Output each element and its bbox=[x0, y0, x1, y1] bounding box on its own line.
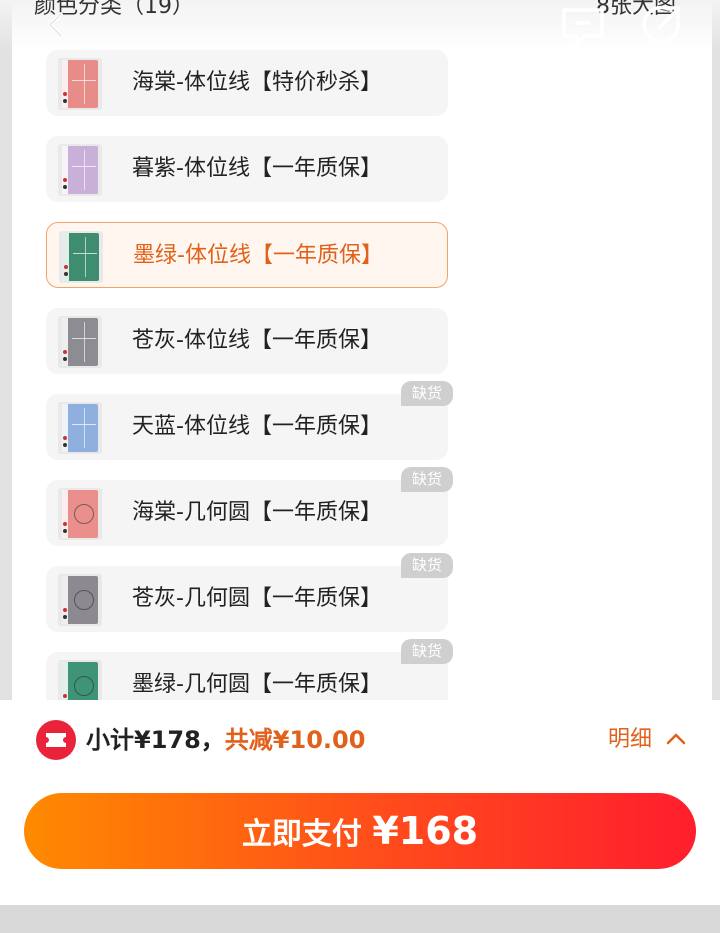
discount-amount: 共减¥10.00 bbox=[224, 726, 366, 754]
back-arrow-icon[interactable] bbox=[40, 8, 74, 42]
coupon-icon bbox=[36, 720, 76, 760]
variant-sheet[interactable]: 海棠-体位线【特价秒杀】 暮紫-体位线【一年质保】 墨绿-体位线【一年质保】 苍… bbox=[12, 0, 712, 700]
detail-label: 明细 bbox=[608, 727, 653, 752]
variant-option-1[interactable]: 海棠-体位线【特价秒杀】 bbox=[46, 50, 448, 116]
variant-label: 墨绿-几何圆【一年质保】 bbox=[132, 672, 382, 697]
variant-option-6[interactable]: 海棠-几何圆【一年质保】 缺货 bbox=[46, 467, 453, 546]
out-of-stock-badge: 缺货 bbox=[401, 381, 453, 406]
variant-thumbnail bbox=[58, 144, 102, 196]
variant-thumbnail bbox=[58, 488, 102, 540]
detail-toggle[interactable]: 明细 bbox=[608, 720, 687, 760]
subtotal-amount: 小计¥178， bbox=[86, 726, 225, 754]
variant-label: 苍灰-几何圆【一年质保】 bbox=[132, 586, 382, 611]
variant-label: 海棠-几何圆【一年质保】 bbox=[132, 500, 382, 525]
variant-option-8[interactable]: 墨绿-几何圆【一年质保】 缺货 bbox=[46, 639, 453, 700]
message-icon[interactable] bbox=[560, 2, 606, 48]
variant-label: 海棠-体位线【特价秒杀】 bbox=[132, 70, 382, 95]
out-of-stock-badge: 缺货 bbox=[401, 639, 453, 664]
share-icon[interactable] bbox=[638, 2, 684, 48]
chevron-up-icon bbox=[666, 733, 686, 745]
variant-option-2[interactable]: 暮紫-体位线【一年质保】 bbox=[46, 136, 448, 202]
pay-now-button[interactable]: 立即支付 ¥168 bbox=[24, 793, 696, 869]
variant-label: 天蓝-体位线【一年质保】 bbox=[132, 414, 382, 439]
variant-thumbnail bbox=[58, 402, 102, 454]
variant-thumbnail bbox=[59, 231, 103, 283]
pay-amount: ¥168 bbox=[372, 809, 479, 853]
variant-option-4[interactable]: 苍灰-体位线【一年质保】 bbox=[46, 308, 448, 374]
out-of-stock-badge: 缺货 bbox=[401, 467, 453, 492]
out-of-stock-badge: 缺货 bbox=[401, 553, 453, 578]
pay-label: 立即支付 bbox=[241, 817, 373, 852]
top-bar: 颜色分类（19） 8张大图 bbox=[0, 0, 720, 52]
page-left-edge bbox=[0, 0, 12, 700]
variant-label: 苍灰-体位线【一年质保】 bbox=[132, 328, 382, 353]
variant-thumbnail bbox=[58, 316, 102, 368]
variant-option-7[interactable]: 苍灰-几何圆【一年质保】 缺货 bbox=[46, 553, 453, 632]
checkout-bar: 小计¥178，共减¥10.00 明细 立即支付 ¥168 bbox=[0, 700, 720, 905]
subtotal-text: 小计¥178，共减¥10.00 bbox=[86, 720, 365, 760]
variant-thumbnail bbox=[58, 660, 102, 700]
variant-thumbnail bbox=[58, 58, 102, 110]
variant-option-3-selected[interactable]: 墨绿-体位线【一年质保】 bbox=[46, 222, 448, 288]
page-right-edge bbox=[712, 0, 720, 700]
variant-label: 墨绿-体位线【一年质保】 bbox=[133, 243, 383, 268]
variant-option-5[interactable]: 天蓝-体位线【一年质保】 缺货 bbox=[46, 381, 453, 460]
variant-thumbnail bbox=[58, 574, 102, 626]
variant-label: 暮紫-体位线【一年质保】 bbox=[132, 156, 382, 181]
